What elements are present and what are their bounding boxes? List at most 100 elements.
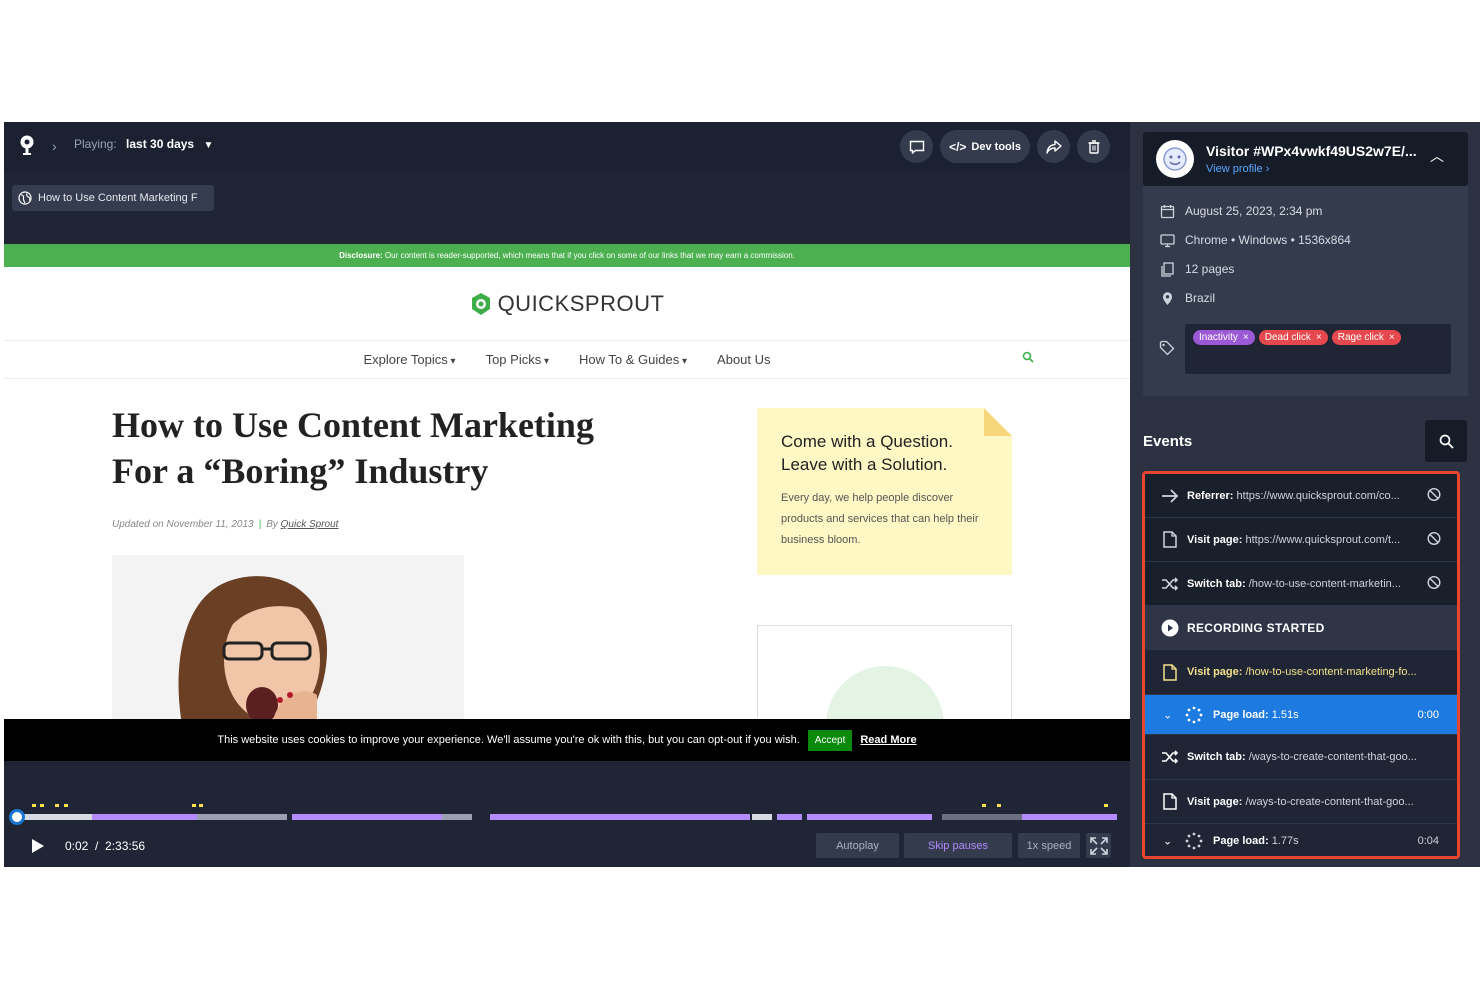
total-time: 2:33:56 bbox=[105, 839, 146, 853]
meta-country-row: Brazil bbox=[1160, 288, 1215, 308]
playback-time: 0:02 / 2:33:56 bbox=[65, 839, 145, 853]
timeline-event-marker[interactable] bbox=[32, 804, 36, 807]
headline-line-2: For a “Boring” Industry bbox=[112, 451, 489, 491]
session-details-panel: Visitor #WPx4vwkf49US2w7E/... View profi… bbox=[1130, 122, 1480, 867]
chevron-up-icon[interactable]: ︿ bbox=[1430, 146, 1444, 166]
timeline-segment bbox=[807, 814, 932, 820]
promo-text: Every day, we help people discover produ… bbox=[781, 492, 979, 546]
timeline-segment bbox=[24, 814, 94, 820]
meta-device-row: Chrome • Windows • 1536x864 bbox=[1160, 230, 1351, 250]
play-icon[interactable] bbox=[32, 839, 44, 853]
blocked-icon bbox=[1427, 575, 1441, 592]
event-value: https://www.quicksprout.com/t... bbox=[1245, 533, 1401, 546]
fullscreen-button[interactable] bbox=[1086, 833, 1111, 858]
nav-top-picks[interactable]: Top Picks bbox=[486, 352, 549, 367]
timeline-track[interactable] bbox=[12, 804, 1122, 820]
chevron-right-icon[interactable]: › bbox=[52, 138, 57, 154]
pages-icon bbox=[1161, 261, 1174, 277]
quicksprout-logo-icon bbox=[471, 292, 490, 315]
chevron-down-icon[interactable]: ⌄ bbox=[1163, 708, 1172, 721]
chevron-down-icon[interactable]: ⌄ bbox=[1163, 835, 1172, 848]
tag-dead-click[interactable]: Dead click × bbox=[1258, 330, 1328, 345]
session-tags[interactable]: Inactivity × Dead click × Rage click × bbox=[1185, 324, 1451, 374]
event-switch-tab[interactable]: Switch tab: /ways-to-create-content-that… bbox=[1145, 735, 1457, 780]
event-page-load-selected[interactable]: ⌄ Page load: 1.51s 0:00 bbox=[1145, 695, 1457, 735]
playing-filter[interactable]: Playing: last 30 days ▼ bbox=[74, 137, 213, 151]
timeline-event-marker[interactable] bbox=[64, 804, 68, 807]
visitor-avatar[interactable] bbox=[1156, 140, 1194, 178]
browser-tab[interactable]: How to Use Content Marketing F bbox=[12, 185, 214, 211]
event-time: 0:00 bbox=[1417, 708, 1439, 721]
event-value: /how-to-use-content-marketin... bbox=[1248, 577, 1401, 590]
events-search-button[interactable] bbox=[1425, 420, 1467, 462]
event-visit-page[interactable]: Visit page: https://www.quicksprout.com/… bbox=[1145, 518, 1457, 562]
delete-button[interactable] bbox=[1077, 130, 1110, 163]
event-visit-page[interactable]: Visit page: /ways-to-create-content-that… bbox=[1145, 780, 1457, 824]
browser-tab-title: How to Use Content Marketing F bbox=[38, 192, 198, 204]
promo-question: Come with a Question. bbox=[781, 432, 953, 451]
sidebar-card bbox=[757, 625, 1012, 719]
event-label: Referrer: bbox=[1187, 489, 1234, 502]
event-referrer[interactable]: Referrer: https://www.quicksprout.com/co… bbox=[1145, 474, 1457, 518]
timeline-event-marker[interactable] bbox=[982, 804, 986, 807]
timeline-event-marker[interactable] bbox=[40, 804, 44, 807]
event-value: 1.51s bbox=[1271, 708, 1299, 721]
cookie-banner: This website uses cookies to improve you… bbox=[4, 719, 1130, 761]
byline-author-link[interactable]: Quick Sprout bbox=[281, 519, 339, 530]
site-nav: Explore Topics Top Picks How To & Guides… bbox=[4, 341, 1130, 379]
event-visit-page[interactable]: Visit page: /how-to-use-content-marketin… bbox=[1145, 650, 1457, 695]
timeline-event-marker[interactable] bbox=[55, 804, 59, 807]
website-viewport: Disclosure: Our content is reader-suppor… bbox=[4, 244, 1130, 719]
page-icon bbox=[1161, 663, 1179, 681]
spinner-icon bbox=[1185, 832, 1203, 850]
share-button[interactable] bbox=[1037, 130, 1070, 163]
dev-tools-button[interactable]: </> Dev tools bbox=[940, 130, 1030, 163]
event-label: Switch tab: bbox=[1187, 751, 1246, 763]
timeline-scrubber-handle[interactable] bbox=[9, 809, 26, 825]
site-brand[interactable]: QUICKSPROUT bbox=[4, 267, 1130, 341]
article-headline: How to Use Content Marketing For a “Bori… bbox=[112, 402, 672, 494]
timeline-segment bbox=[752, 814, 772, 820]
remove-tag-icon[interactable]: × bbox=[1316, 332, 1322, 343]
calendar-icon bbox=[1160, 204, 1175, 218]
session-device: Chrome • Windows • 1536x864 bbox=[1185, 233, 1351, 247]
timeline-event-marker[interactable] bbox=[192, 804, 196, 807]
event-value: /ways-to-create-content-that-goo... bbox=[1248, 751, 1417, 763]
nav-how-to-guides[interactable]: How To & Guides bbox=[579, 352, 687, 367]
event-value: /ways-to-create-content-that-goo... bbox=[1245, 795, 1414, 808]
cookie-text: This website uses cookies to improve you… bbox=[217, 734, 800, 746]
site-search-icon[interactable] bbox=[1022, 351, 1034, 363]
current-time: 0:02 bbox=[65, 839, 89, 853]
headline-line-1: How to Use Content Marketing bbox=[112, 405, 594, 445]
event-time: 0:04 bbox=[1417, 835, 1439, 847]
cookie-read-more-link[interactable]: Read More bbox=[860, 734, 916, 746]
nav-explore-topics[interactable]: Explore Topics bbox=[363, 352, 455, 367]
nav-about-us[interactable]: About Us bbox=[717, 352, 770, 367]
remove-tag-icon[interactable]: × bbox=[1243, 332, 1249, 343]
article-photo bbox=[112, 555, 464, 719]
shuffle-icon bbox=[1161, 748, 1179, 766]
autoplay-toggle[interactable]: Autoplay bbox=[816, 833, 899, 858]
timeline-event-marker[interactable] bbox=[997, 804, 1001, 807]
timeline-event-marker[interactable] bbox=[1104, 804, 1108, 807]
remove-tag-icon[interactable]: × bbox=[1389, 332, 1395, 343]
cookie-accept-button[interactable]: Accept bbox=[807, 729, 853, 751]
speed-selector[interactable]: 1x speed bbox=[1018, 833, 1080, 858]
event-page-load[interactable]: ⌄ Page load: 1.77s 0:04 bbox=[1145, 824, 1457, 856]
session-country: Brazil bbox=[1185, 291, 1216, 305]
comment-button[interactable] bbox=[900, 130, 933, 163]
tag-rage-click[interactable]: Rage click × bbox=[1331, 330, 1401, 345]
skip-pauses-toggle[interactable]: Skip pauses bbox=[904, 833, 1012, 858]
tag-label: Rage click bbox=[1337, 332, 1384, 343]
view-profile-link[interactable]: View profile › bbox=[1206, 163, 1269, 175]
event-recording-started[interactable]: RECORDING STARTED bbox=[1145, 606, 1457, 650]
timeline-segment bbox=[490, 814, 750, 820]
playback-timeline[interactable] bbox=[9, 804, 1122, 836]
byline-updated: Updated on November 11, 2013 bbox=[112, 519, 254, 530]
tag-inactivity[interactable]: Inactivity × bbox=[1193, 330, 1255, 345]
timeline-event-marker[interactable] bbox=[199, 804, 203, 807]
trash-icon bbox=[1088, 139, 1099, 154]
blocked-icon bbox=[1427, 531, 1441, 548]
app-logo-icon[interactable] bbox=[18, 134, 36, 158]
event-switch-tab[interactable]: Switch tab: /how-to-use-content-marketin… bbox=[1145, 562, 1457, 606]
